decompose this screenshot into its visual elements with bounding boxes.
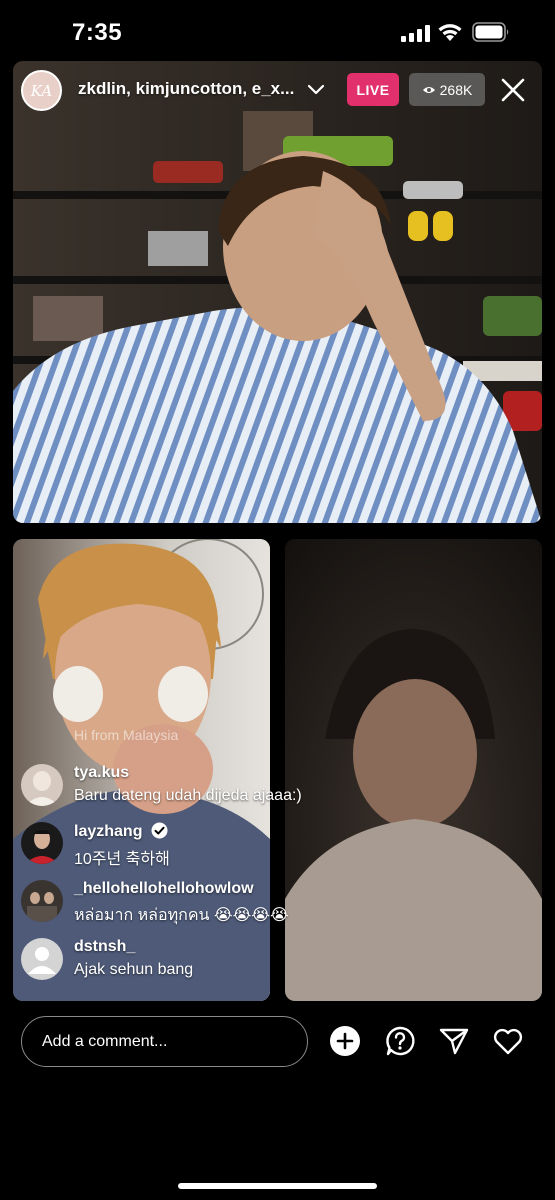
cellular-signal-icon <box>401 25 431 42</box>
wifi-icon <box>438 24 462 41</box>
host-names[interactable]: zkdlin, kimjuncotton, e_x... <box>78 79 294 99</box>
comment-input[interactable]: Add a comment... <box>21 1016 308 1067</box>
send-icon[interactable] <box>438 1025 470 1057</box>
status-time: 7:35 <box>72 19 123 46</box>
faded-comment-text: Hi from Malaysia <box>74 727 179 743</box>
home-indicator[interactable] <box>178 1183 377 1189</box>
question-icon[interactable] <box>384 1025 416 1057</box>
add-icon[interactable] <box>329 1025 361 1057</box>
commenter-avatar[interactable] <box>21 938 63 980</box>
host-video-feed[interactable] <box>13 61 542 523</box>
host-video-frame <box>13 61 542 523</box>
close-icon[interactable] <box>499 76 527 104</box>
guest-video-frame-right <box>285 539 542 1001</box>
battery-icon <box>472 22 509 42</box>
host-avatar[interactable]: KA <box>21 70 62 111</box>
verified-badge-icon <box>151 822 168 839</box>
comment-username[interactable]: tya.kus <box>74 764 129 782</box>
commenter-avatar[interactable] <box>21 764 63 806</box>
status-bar: 7:35 <box>0 0 555 62</box>
comment-username[interactable]: _hellohellohellohowlow <box>74 880 254 898</box>
viewer-count-badge[interactable]: 268K <box>409 73 485 106</box>
heart-icon[interactable] <box>492 1025 524 1057</box>
comment-username[interactable]: dstnsh_ <box>74 938 135 956</box>
live-badge: LIVE <box>347 73 399 106</box>
commenter-avatar[interactable] <box>21 880 63 922</box>
viewer-count: 268K <box>439 81 473 98</box>
commenter-avatar[interactable] <box>21 822 63 864</box>
comment-input-placeholder: Add a comment... <box>42 1032 168 1050</box>
comment-text: Ajak sehun bang <box>74 961 194 978</box>
host-avatar-text: KA <box>30 81 53 100</box>
guest-video-feed-right[interactable] <box>285 539 542 1001</box>
chevron-down-icon[interactable] <box>307 82 325 96</box>
comment-username-text: layzhang <box>74 823 143 840</box>
comment-text: หล่อมาก หล่อทุกคน 😭😭😭😭 <box>74 907 289 924</box>
comment-text: Baru dateng udah dijeda ajaaa:) <box>74 787 302 804</box>
comment-text: 10주년 축하해 <box>74 851 170 868</box>
comment-username[interactable]: layzhang <box>74 822 168 841</box>
eye-icon <box>422 86 435 93</box>
